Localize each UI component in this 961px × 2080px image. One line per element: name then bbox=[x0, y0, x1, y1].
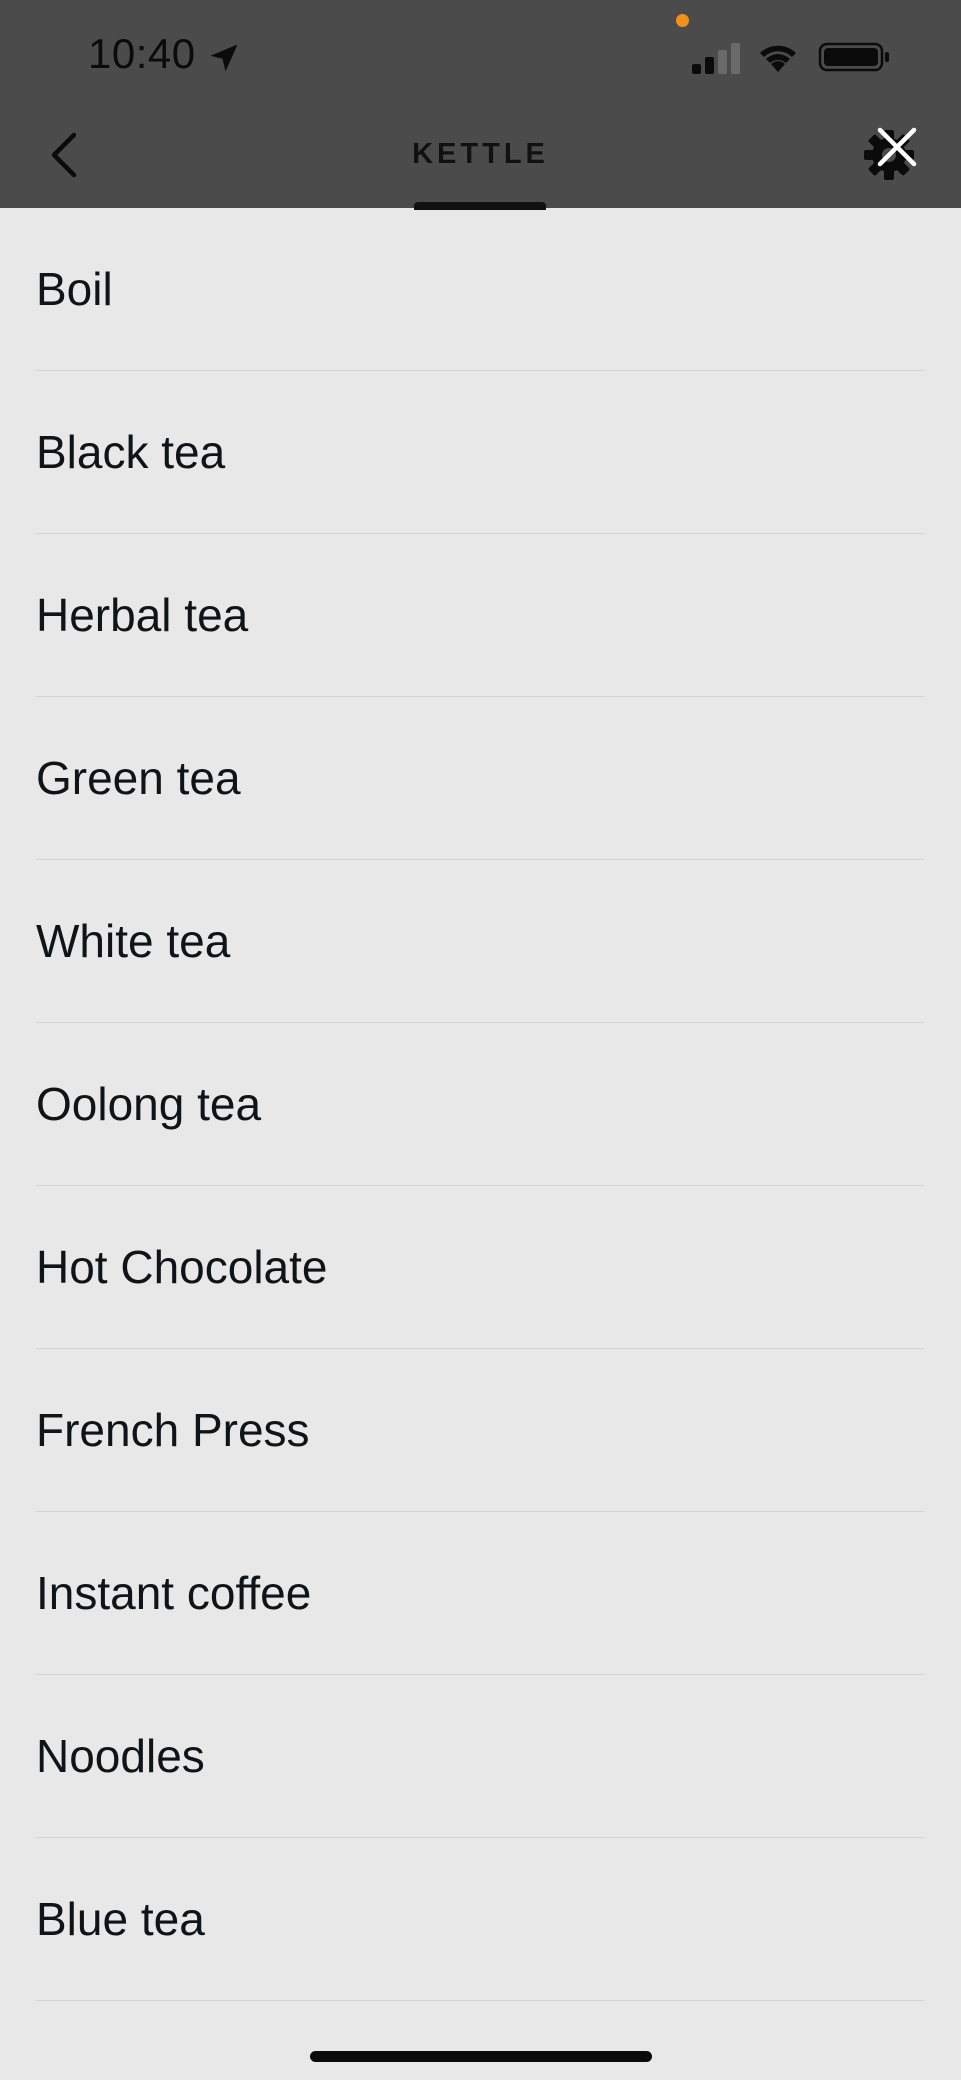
battery-icon bbox=[818, 42, 889, 72]
list-item-label: Herbal tea bbox=[36, 589, 249, 641]
list-item-label: Oolong tea bbox=[36, 1078, 262, 1130]
list-item-oolong-tea[interactable]: Oolong tea bbox=[36, 1023, 924, 1186]
status-time: 10:40 bbox=[88, 30, 196, 77]
list-item-label: Blue tea bbox=[36, 1893, 205, 1945]
list-item-white-tea[interactable]: White tea bbox=[36, 860, 924, 1023]
list-item-label: Boil bbox=[36, 263, 113, 315]
list-item-label: Instant coffee bbox=[36, 1567, 312, 1619]
list-item-boil[interactable]: Boil bbox=[36, 208, 924, 371]
list-item-blue-tea[interactable]: Blue tea bbox=[36, 1838, 924, 2001]
list-item-hot-chocolate[interactable]: Hot Chocolate bbox=[36, 1186, 924, 1349]
page-title: KETTLE bbox=[412, 138, 549, 170]
list-item-french-press[interactable]: French Press bbox=[36, 1349, 924, 1512]
signal-icon bbox=[692, 43, 740, 74]
list-item-label: French Press bbox=[36, 1404, 310, 1456]
list-item-noodles[interactable]: Noodles bbox=[36, 1675, 924, 1838]
list-item-green-tea[interactable]: Green tea bbox=[36, 697, 924, 860]
preset-list: Boil Black tea Herbal tea Green tea Whit… bbox=[36, 208, 924, 2001]
list-item-herbal-tea[interactable]: Herbal tea bbox=[36, 534, 924, 697]
list-item-instant-coffee[interactable]: Instant coffee bbox=[36, 1512, 924, 1675]
list-item-black-tea[interactable]: Black tea bbox=[36, 371, 924, 534]
close-icon[interactable] bbox=[870, 120, 924, 174]
list-item-label: Hot Chocolate bbox=[36, 1241, 328, 1293]
home-indicator[interactable] bbox=[310, 2051, 652, 2062]
privacy-indicator-dot bbox=[676, 14, 689, 27]
list-item-label: Noodles bbox=[36, 1730, 205, 1782]
list-item-label: Green tea bbox=[36, 752, 241, 804]
list-item-label: White tea bbox=[36, 915, 231, 967]
list-item-label: Black tea bbox=[36, 426, 226, 478]
kettle-preset-screen: 10:40 KETTLE Boil Black tea Herbal tea G… bbox=[0, 0, 961, 2080]
location-arrow-icon bbox=[210, 44, 238, 72]
wifi-icon bbox=[760, 45, 796, 72]
